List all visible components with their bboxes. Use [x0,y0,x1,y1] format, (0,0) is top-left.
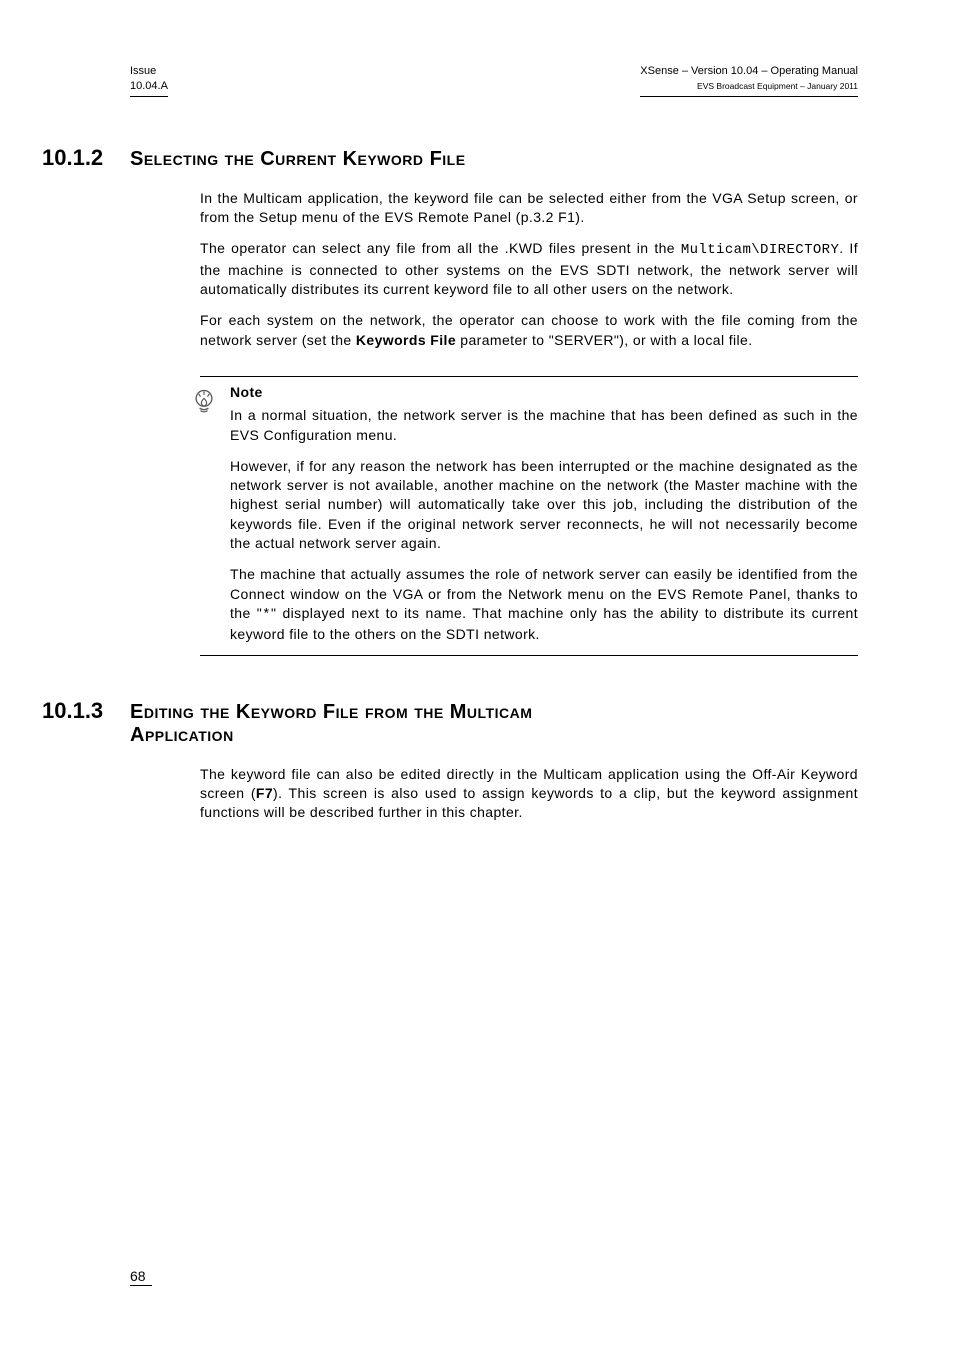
text-run: The operator can select any file from al… [200,240,681,256]
paragraph: However, if for any reason the network h… [230,457,858,554]
paragraph: The keyword file can also be edited dire… [200,765,858,823]
paragraph: For each system on the network, the oper… [200,311,858,350]
note-text: Note In a normal situation, the network … [230,383,858,649]
bold-text: F7 [256,785,273,801]
section-heading-10-1-2: 10.1.2 Selecting the Current Keyword Fil… [130,145,858,171]
header-issue-label: Issue [130,65,156,77]
section-title: Selecting the Current Keyword File [130,148,466,171]
note-icon-cell [130,383,230,420]
text-run: parameter to "SERVER"), or with a local … [456,332,753,348]
page-header: Issue 10.04.A XSense – Version 10.04 – O… [130,64,858,97]
section-10-1-3-body: The keyword file can also be edited dire… [200,765,858,823]
header-right: XSense – Version 10.04 – Operating Manua… [640,64,858,97]
note-rule-bottom [200,655,858,656]
paragraph: The machine that actually assumes the ro… [230,565,858,644]
text-run: " displayed next to its name. That machi… [230,605,858,642]
section-number: 10.1.2 [42,145,130,171]
header-product-line: XSense – Version 10.04 – Operating Manua… [640,65,858,77]
bold-text: Keywords File [356,332,456,348]
page-number: 68 [130,1268,152,1286]
note-rule-top [200,376,858,377]
code-text: Multicam\DIRECTORY [681,242,839,258]
paragraph: The operator can select any file from al… [200,239,858,299]
section-title-line2: Application [130,724,234,746]
header-company-line: EVS Broadcast Equipment – January 2011 [697,81,858,91]
note-label: Note [230,383,858,402]
section-title-line1: Editing the Keyword File from the Multic… [130,701,532,723]
paragraph: In the Multicam application, the keyword… [200,189,858,228]
section-title: Editing the Keyword File from the Multic… [130,701,532,747]
code-text: * [262,607,271,623]
section-heading-10-1-3: 10.1.3 Editing the Keyword File from the… [130,698,858,747]
header-issue-value: 10.04.A [130,80,168,92]
note-bulb-icon [190,402,218,419]
document-page: Issue 10.04.A XSense – Version 10.04 – O… [0,0,954,1350]
paragraph: In a normal situation, the network serve… [230,406,858,445]
section-10-1-2-body: In the Multicam application, the keyword… [200,189,858,350]
header-left: Issue 10.04.A [130,64,168,97]
text-run: ). This screen is also used to assign ke… [200,785,858,820]
section-number: 10.1.3 [42,698,130,724]
note-block: Note In a normal situation, the network … [130,376,858,656]
